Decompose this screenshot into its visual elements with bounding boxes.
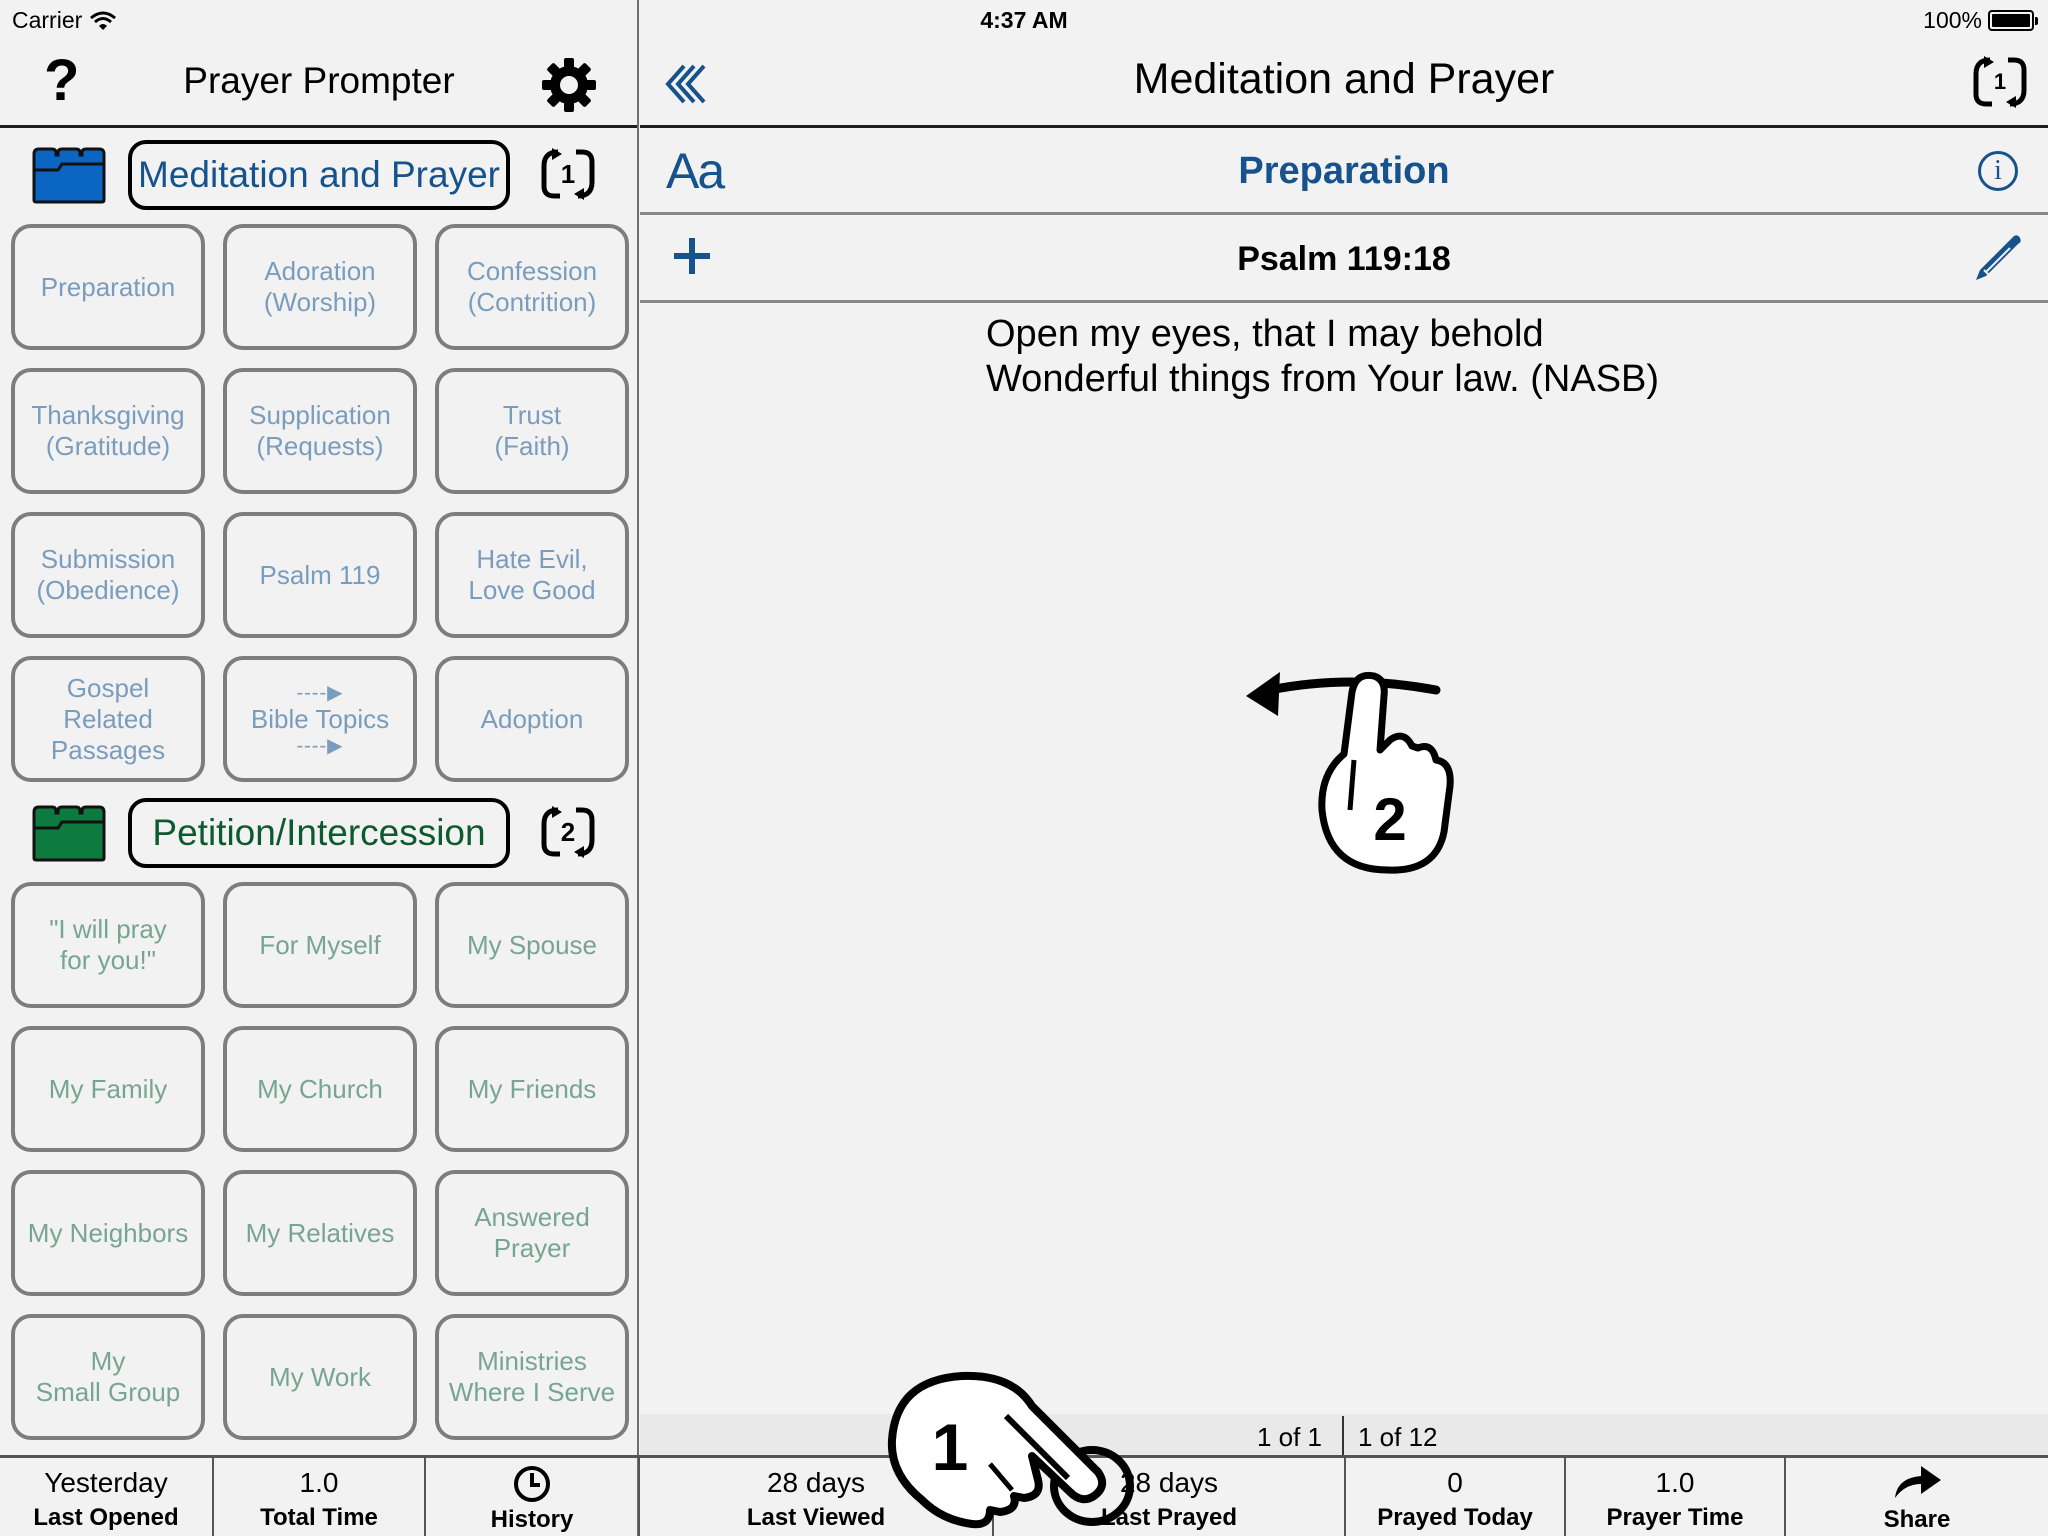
arrow-right-icon: ----▶ <box>296 734 344 757</box>
section-header-meditation: Meditation and Prayer 1 <box>0 140 638 212</box>
stat-value: 0 <box>1447 1467 1463 1498</box>
counter-divider <box>1342 1416 1344 1456</box>
tile-my-family[interactable]: My Family <box>11 1026 205 1152</box>
folder-icon[interactable] <box>32 146 106 204</box>
tile-my-small-group[interactable]: My Small Group <box>11 1314 205 1440</box>
cycle-count: 1 <box>1993 69 2007 94</box>
detail-pane: Meditation and Prayer 1 Aa Preparation i… <box>640 0 2048 1536</box>
section-title: Petition/Intercession <box>152 812 486 853</box>
history-button[interactable]: History <box>426 1458 638 1536</box>
stat-label: History <box>490 1506 574 1533</box>
stat-total-time: 1.0 Total Time <box>214 1458 424 1536</box>
arrow-right-icon: ----▶ <box>296 681 344 704</box>
category-pane: ? Prayer Prompter Meditation and Prayer … <box>0 0 638 1536</box>
stat-label: Total Time <box>260 1504 378 1531</box>
cycle-counter-button[interactable]: 2 <box>538 804 598 860</box>
tile-psalm-119[interactable]: Psalm 119 <box>223 512 417 638</box>
stat-value: 1.0 <box>299 1467 339 1498</box>
section-header-petition: Petition/Intercession 2 <box>0 798 638 870</box>
tile-adoption[interactable]: Adoption <box>435 656 629 782</box>
info-icon: i <box>1994 155 2002 186</box>
cycle-counter-button[interactable]: 1 <box>538 146 598 202</box>
stat-label: Prayer Time <box>1606 1504 1744 1531</box>
tile-hate-evil[interactable]: Hate Evil, Love Good <box>435 512 629 638</box>
settings-button[interactable] <box>540 56 598 114</box>
tile-bible-topics[interactable]: ----▶ Bible Topics ----▶ <box>223 656 417 782</box>
stat-label: Last Opened <box>33 1504 179 1531</box>
topic-title: Preparation <box>1238 150 1450 192</box>
swipe-left-hint-icon: 2 <box>1246 671 1454 874</box>
tile-adoration[interactable]: Adoration (Worship) <box>223 224 417 350</box>
tile-trust[interactable]: Trust (Faith) <box>435 368 629 494</box>
tile-ministries[interactable]: Ministries Where I Serve <box>435 1314 629 1440</box>
position-counter-strip: 1 of 1 1 of 12 <box>640 1414 2048 1456</box>
topic-position: 1 of 12 <box>1358 1422 1438 1452</box>
folder-icon[interactable] <box>32 804 106 862</box>
swipe-hint-number: 2 <box>1373 786 1406 853</box>
pencil-icon <box>1976 235 2021 280</box>
detail-title: Meditation and Prayer <box>1133 55 1555 103</box>
tile-label: Bible Topics <box>250 703 390 734</box>
cycle-count: 2 <box>560 816 576 847</box>
tile-confession[interactable]: Confession (Contrition) <box>435 224 629 350</box>
clock-icon <box>514 1466 550 1502</box>
tile-answered-prayer[interactable]: Answered Prayer <box>435 1170 629 1296</box>
tile-my-friends[interactable]: My Friends <box>435 1026 629 1152</box>
verse-text: Open my eyes, that I may behold Wonderfu… <box>986 313 1660 400</box>
tile-i-will-pray[interactable]: "I will pray for you!" <box>11 882 205 1008</box>
edit-button[interactable] <box>1974 232 2024 282</box>
stat-value: 1.0 <box>1655 1467 1695 1498</box>
row-divider <box>640 212 2048 215</box>
header-divider <box>640 125 2048 128</box>
cycle-count: 1 <box>560 158 576 189</box>
tile-preparation[interactable]: Preparation <box>11 224 205 350</box>
stat-label: Prayed Today <box>1377 1504 1533 1531</box>
gear-icon <box>542 58 596 112</box>
tile-supplication[interactable]: Supplication (Requests) <box>223 368 417 494</box>
tap-hint-number: 1 <box>932 1410 969 1484</box>
tile-my-church[interactable]: My Church <box>223 1026 417 1152</box>
verse-reference: Psalm 119:18 <box>1237 240 1451 278</box>
tile-my-spouse[interactable]: My Spouse <box>435 882 629 1008</box>
stat-last-opened: Yesterday Last Opened <box>0 1458 212 1536</box>
tile-my-neighbors[interactable]: My Neighbors <box>11 1170 205 1296</box>
tile-gospel-related[interactable]: Gospel Related Passages <box>11 656 205 782</box>
stat-prayed-today: 0 Prayed Today <box>1346 1458 1564 1536</box>
stat-prayer-time: 1.0 Prayer Time <box>1566 1458 1784 1536</box>
section-title: Meditation and Prayer <box>138 154 500 195</box>
tile-for-myself[interactable]: For Myself <box>223 882 417 1008</box>
tile-my-relatives[interactable]: My Relatives <box>223 1170 417 1296</box>
tile-my-work[interactable]: My Work <box>223 1314 417 1440</box>
tile-submission[interactable]: Submission (Obedience) <box>11 512 205 638</box>
row-divider <box>640 300 2048 303</box>
header-divider <box>0 125 638 128</box>
pane-divider[interactable] <box>637 0 639 1536</box>
section-title-button[interactable]: Meditation and Prayer <box>128 140 510 210</box>
cycle-counter-button[interactable]: 1 <box>1970 54 2030 110</box>
tap-hint-icon: 1 <box>887 1371 1134 1529</box>
stat-label: Share <box>1883 1506 1951 1533</box>
section-title-button[interactable]: Petition/Intercession <box>128 798 510 868</box>
info-button[interactable]: i <box>1978 151 2018 191</box>
share-button[interactable]: Share <box>1786 1458 2048 1536</box>
share-arrow-icon <box>1895 1466 1941 1498</box>
tile-thanksgiving[interactable]: Thanksgiving (Gratitude) <box>11 368 205 494</box>
stat-value: Yesterday <box>44 1467 168 1498</box>
